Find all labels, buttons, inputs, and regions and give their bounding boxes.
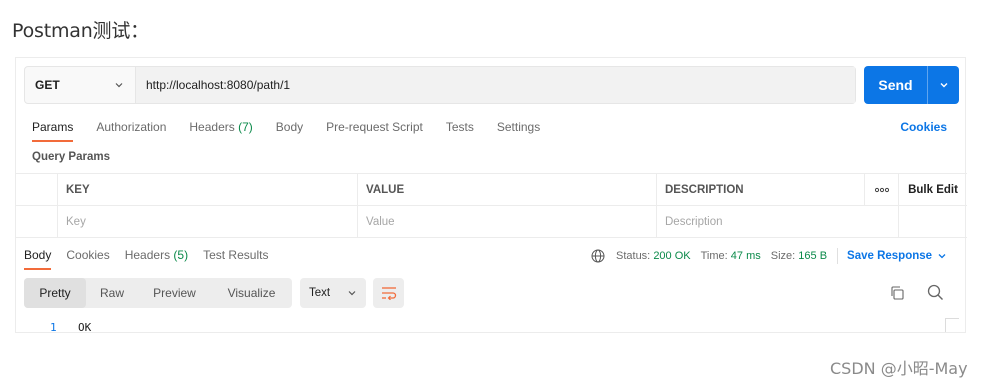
cookies-link[interactable]: Cookies: [900, 120, 947, 134]
chevron-down-icon: [938, 254, 946, 259]
wrap-lines-icon: [381, 287, 396, 300]
tab-pre-request-script[interactable]: Pre-request Script: [326, 120, 423, 140]
format-select[interactable]: Text: [300, 278, 366, 308]
url-text: http://localhost:8080/path/1: [146, 78, 291, 92]
view-mode-visualize[interactable]: Visualize: [211, 278, 292, 308]
copy-icon[interactable]: [889, 285, 905, 301]
column-header-key: KEY: [58, 174, 358, 205]
more-options-button[interactable]: [865, 174, 899, 205]
view-mode-pretty[interactable]: Pretty: [24, 278, 86, 308]
tab-settings[interactable]: Settings: [497, 120, 540, 140]
tab-body[interactable]: Body: [276, 120, 303, 140]
view-mode-selector: Pretty Raw Preview Visualize: [24, 278, 292, 308]
response-status-bar: Status: 200 OK Time: 47 ms Size: 165 B S…: [591, 248, 948, 264]
url-input[interactable]: http://localhost:8080/path/1: [136, 67, 855, 103]
column-header-value: VALUE: [358, 174, 657, 205]
request-tabs: Params Authorization Headers (7) Body Pr…: [32, 120, 563, 142]
view-mode-raw[interactable]: Raw: [86, 278, 138, 308]
size-value: 165 B: [798, 250, 828, 262]
tab-params[interactable]: Params: [32, 120, 74, 142]
view-mode-preview[interactable]: Preview: [138, 278, 211, 308]
time-value: 47 ms: [730, 250, 761, 262]
description-input[interactable]: Description: [657, 206, 899, 237]
status-code: 200 OK: [653, 250, 691, 262]
page-heading: Postman测试：: [12, 20, 149, 42]
chevron-down-icon: [940, 83, 947, 88]
divider: [837, 248, 839, 264]
column-header-description: DESCRIPTION: [657, 174, 865, 205]
watermark: CSDN @小昭-May: [830, 359, 968, 378]
response-tabs: Body Cookies Headers (5) Test Results: [24, 248, 283, 270]
wrap-lines-button[interactable]: [373, 278, 404, 308]
response-tab-cookies[interactable]: Cookies: [66, 248, 109, 268]
row-filler: [899, 206, 967, 237]
value-input[interactable]: Value: [358, 206, 657, 237]
size-label: Size:: [770, 250, 796, 262]
scrollbar[interactable]: [945, 318, 959, 332]
chevron-down-icon: [115, 83, 123, 88]
tab-authorization[interactable]: Authorization: [96, 120, 166, 140]
format-label: Text: [309, 287, 331, 299]
search-icon[interactable]: [927, 284, 944, 301]
save-response-button[interactable]: Save Response: [847, 250, 948, 262]
send-label: Send: [864, 66, 928, 104]
response-body-line: 1 OK: [50, 321, 91, 334]
chevron-down-icon: [348, 291, 356, 296]
response-body-text: OK: [78, 321, 92, 334]
status-label: Status:: [616, 250, 651, 262]
tab-headers[interactable]: Headers (7): [189, 120, 252, 140]
query-params-title: Query Params: [32, 151, 110, 163]
params-header-row: KEY VALUE DESCRIPTION Bulk Edit: [16, 174, 967, 206]
params-row: Key Value Description: [16, 206, 967, 238]
method-select[interactable]: GET: [25, 67, 136, 103]
line-number: 1: [50, 321, 57, 334]
postman-window: GET http://localhost:8080/path/1 Send Pa…: [15, 57, 967, 334]
key-input[interactable]: Key: [58, 206, 358, 237]
method-label: GET: [35, 78, 60, 92]
bulk-edit-button[interactable]: Bulk Edit: [899, 174, 967, 205]
response-headers-count: (5): [173, 248, 189, 262]
request-bar: GET http://localhost:8080/path/1: [24, 66, 856, 104]
row-checkbox-cell: [16, 206, 58, 237]
response-tab-test-results[interactable]: Test Results: [203, 248, 268, 268]
params-table: KEY VALUE DESCRIPTION Bulk Edit Key Valu…: [16, 173, 967, 238]
response-tab-headers[interactable]: Headers (5): [125, 248, 188, 268]
save-response-label: Save Response: [847, 250, 933, 262]
more-horizontal-icon: [874, 187, 889, 192]
checkbox-column-header: [16, 174, 58, 205]
send-options-dropdown[interactable]: [928, 66, 959, 104]
response-tab-body[interactable]: Body: [24, 248, 52, 270]
globe-icon[interactable]: [591, 249, 605, 263]
send-button[interactable]: Send: [864, 66, 959, 104]
tab-tests[interactable]: Tests: [446, 120, 474, 140]
time-label: Time:: [700, 250, 728, 262]
headers-count: (7): [238, 120, 253, 134]
